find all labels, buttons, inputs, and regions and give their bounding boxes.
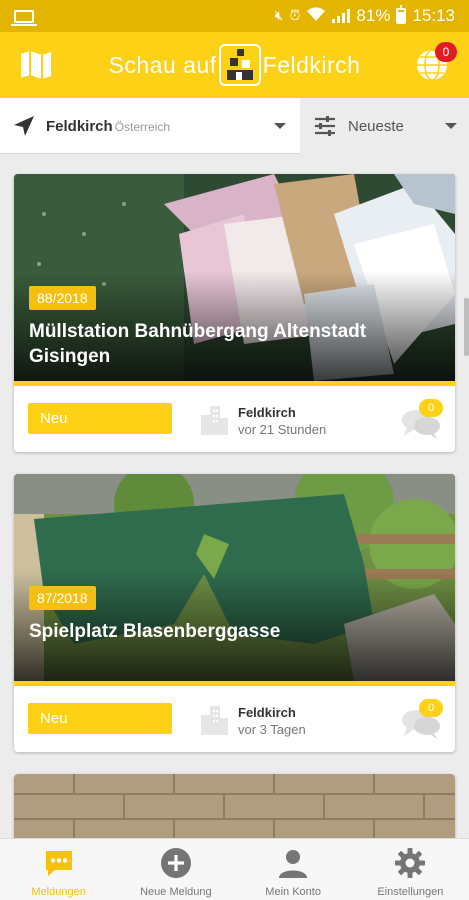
tune-icon <box>315 116 335 136</box>
bottom-nav: Meldungen Neue Meldung Mein Konto Einste… <box>0 838 469 900</box>
report-city: Feldkirch <box>238 405 296 420</box>
nav-label: Einstellungen <box>377 886 444 898</box>
signal-icon <box>332 9 351 23</box>
laptop-icon <box>11 9 37 26</box>
mute-icon: 🔇︎ <box>274 8 284 24</box>
report-title: Müllstation Bahnübergang Altenstadt Gisi… <box>29 321 367 367</box>
location-city: Feldkirch <box>46 117 113 135</box>
status-badge: Neu <box>28 403 172 434</box>
location-dropdown[interactable]: Feldkirch Österreich <box>0 98 300 154</box>
report-title: Spielplatz Blasenberggasse <box>29 621 281 642</box>
comment-count-badge: 0 <box>419 699 443 717</box>
report-card[interactable]: 88/2018 Müllstation Bahnübergang Altenst… <box>14 174 455 452</box>
nav-label: Neue Meldung <box>140 886 212 898</box>
chevron-down-icon <box>445 123 457 129</box>
alarm-icon: ⏰︎ <box>289 8 301 24</box>
filter-bar: Feldkirch Österreich Neueste <box>0 98 469 154</box>
status-bar: 🔇︎ ⏰︎ 81% 15:13 <box>0 0 469 32</box>
gear-icon <box>395 848 426 878</box>
nav-neue-meldung[interactable]: Neue Meldung <box>117 839 234 900</box>
sort-label: Neueste <box>348 117 404 135</box>
report-feed: 88/2018 Müllstation Bahnübergang Altenst… <box>14 174 455 854</box>
sort-dropdown[interactable]: Neueste <box>300 98 469 154</box>
report-time: vor 3 Tagen <box>238 722 306 737</box>
title-right: Feldkirch <box>262 51 361 78</box>
person-icon <box>279 850 308 878</box>
navigation-arrow-icon <box>14 116 34 136</box>
app-title: Schau auf Feldkirch <box>0 44 469 86</box>
logo <box>218 44 261 86</box>
wifi-icon <box>306 6 326 27</box>
city-buildings-icon <box>201 706 228 735</box>
notification-badge: 0 <box>435 42 457 62</box>
report-city: Feldkirch <box>238 705 296 720</box>
battery-percent: 81% <box>356 6 391 25</box>
clock: 15:13 <box>412 6 455 25</box>
report-footer: Neu Feldkirch vor 3 Tagen 0 <box>14 686 455 752</box>
nav-einstellungen[interactable]: Einstellungen <box>352 839 469 900</box>
report-number: 88/2018 <box>29 286 96 310</box>
app-bar: Schau auf Feldkirch 0 <box>0 32 469 98</box>
comment-count-badge: 0 <box>419 399 443 417</box>
scrollbar[interactable] <box>464 298 469 356</box>
location-country: Österreich <box>114 120 171 134</box>
nav-mein-konto[interactable]: Mein Konto <box>235 839 352 900</box>
report-photo: 87/2018 Spielplatz Blasenberggasse <box>14 474 455 681</box>
report-footer: Neu Feldkirch vor 21 Stunden 0 <box>14 386 455 452</box>
nav-label: Meldungen <box>31 886 86 898</box>
chevron-down-icon <box>274 123 286 129</box>
chat-bubble-icon <box>45 851 72 876</box>
city-buildings-icon <box>201 406 228 435</box>
title-left: Schau auf <box>108 51 217 78</box>
add-circle-icon <box>160 848 191 878</box>
report-time: vor 21 Stunden <box>238 422 327 437</box>
status-badge: Neu <box>28 703 172 734</box>
nav-meldungen[interactable]: Meldungen <box>0 839 117 900</box>
nav-label: Mein Konto <box>265 886 321 898</box>
report-number: 87/2018 <box>29 586 96 610</box>
report-photo: 88/2018 Müllstation Bahnübergang Altenst… <box>14 174 455 381</box>
report-card[interactable]: 87/2018 Spielplatz Blasenberggasse Neu F… <box>14 474 455 752</box>
battery-icon <box>396 5 407 24</box>
